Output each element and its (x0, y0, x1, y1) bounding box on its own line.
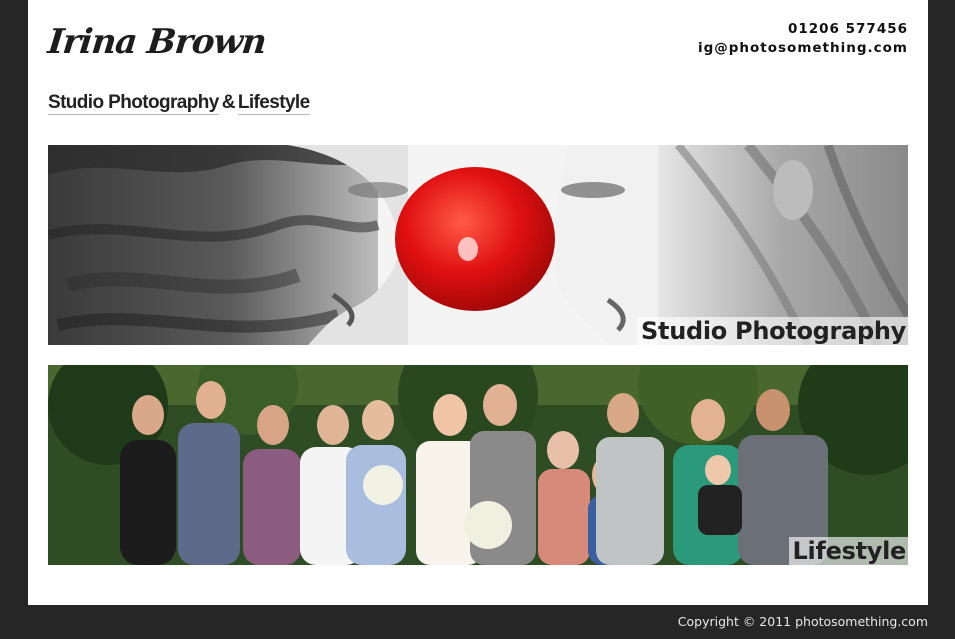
lifestyle-banner[interactable]: Lifestyle (48, 365, 908, 565)
studio-banner-caption: Studio Photography (637, 317, 908, 345)
phone-number: 01206 577456 (787, 21, 908, 37)
studio-photo-image (48, 145, 908, 345)
email-link[interactable]: ig@photosomething.com (698, 39, 908, 58)
footer-copyright: Copyright © 2011 photosomething.com (677, 614, 928, 629)
studio-photography-banner[interactable]: Studio Photography (48, 145, 908, 345)
nav-link-lifestyle[interactable]: Lifestyle (237, 92, 310, 115)
site-logo[interactable]: Irina Brown (46, 22, 268, 62)
lifestyle-photo-image (48, 365, 908, 565)
lifestyle-banner-caption: Lifestyle (788, 537, 908, 565)
page-container: Irina Brown 01206 577456 ig@photosomethi… (28, 0, 928, 605)
contact-info: 01206 577456 ig@photosomething.com (698, 20, 908, 58)
red-clown-nose (395, 167, 555, 311)
nav-link-studio-photography[interactable]: Studio Photography (48, 92, 219, 115)
nav-separator: & (221, 92, 236, 113)
main-nav: Studio Photography & Lifestyle (48, 92, 310, 115)
